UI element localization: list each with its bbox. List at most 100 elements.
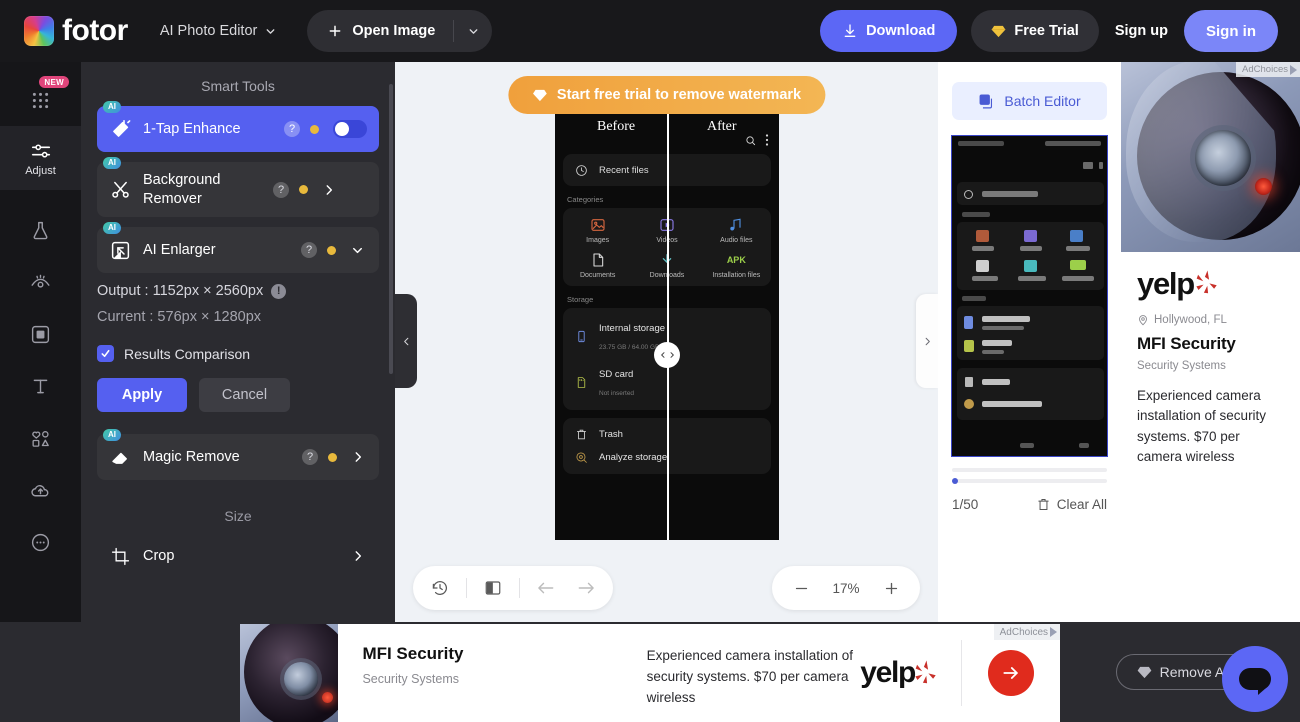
ad-image: AdChoices — [1121, 62, 1300, 252]
zoom-in-button[interactable] — [872, 569, 910, 607]
start-free-trial-banner[interactable]: Start free trial to remove watermark — [507, 76, 826, 114]
enlarge-icon — [97, 240, 143, 261]
chevron-down-icon[interactable] — [350, 243, 365, 258]
app-selector[interactable]: AI Photo Editor — [160, 23, 278, 39]
camera-lens — [284, 662, 318, 696]
footer-bar: MFI Security Security Systems Experience… — [0, 622, 1300, 722]
compare-slider-handle[interactable] — [654, 342, 680, 368]
adchoices-badge[interactable]: AdChoices — [1236, 62, 1300, 77]
eraser-icon — [97, 447, 143, 468]
panel-title: Smart Tools — [201, 78, 275, 94]
category-label: Images — [586, 237, 610, 244]
ad-cta-button[interactable] — [988, 650, 1034, 696]
adchoices-badge[interactable]: AdChoices — [993, 624, 1060, 640]
app-selector-label: AI Photo Editor — [159, 23, 258, 39]
yelp-logo: yelp — [860, 624, 961, 722]
after-label: After — [707, 119, 737, 134]
download-label: Download — [866, 23, 936, 39]
premium-dot-icon — [310, 124, 319, 134]
apply-button[interactable]: Apply — [97, 378, 187, 412]
bottom-ad-info: MFI Security Security Systems — [338, 624, 646, 722]
ad-business-name: MFI Security — [362, 644, 464, 663]
yelp-burst-icon — [1196, 270, 1217, 294]
redo-button[interactable] — [567, 569, 605, 607]
cancel-button[interactable]: Cancel — [199, 378, 290, 412]
sidebar-item-retouch[interactable] — [0, 256, 81, 308]
storage-sub: 23.75 GB / 64.00 GB — [599, 344, 660, 351]
sidebar-item-adjust[interactable]: Adjust — [0, 126, 81, 190]
image-preview[interactable]: Before After Recent files Categories Ima… — [555, 110, 779, 540]
ai-badge: AI — [103, 157, 121, 170]
history-button[interactable] — [421, 569, 459, 607]
download-icon — [842, 23, 858, 39]
ad-description: Experienced camera installation of secur… — [646, 648, 853, 705]
chat-support-button[interactable] — [1222, 646, 1288, 712]
layers-icon — [978, 93, 995, 110]
batch-scroll-track[interactable] — [952, 478, 1107, 484]
gem-icon — [1137, 666, 1152, 679]
crop-row[interactable]: Crop — [97, 536, 379, 576]
batch-thumbnail[interactable] — [951, 135, 1108, 457]
chevron-down-icon — [264, 25, 277, 38]
sign-up-button[interactable]: Sign up — [1113, 23, 1170, 39]
zoom-level-value[interactable]: 17% — [824, 581, 868, 596]
help-icon[interactable]: ? — [273, 181, 289, 198]
bottom-ad-image — [240, 624, 339, 722]
current-size-label: Current : 576px × 1280px — [97, 309, 262, 325]
category-label: Documents — [579, 272, 616, 279]
batch-editor-panel: Batch Editor 1/50 Clear All — [938, 62, 1121, 622]
open-image-dropdown[interactable] — [454, 10, 492, 52]
info-icon[interactable]: ! — [271, 283, 287, 299]
chevron-right-icon[interactable] — [351, 549, 365, 563]
scissors-icon — [97, 179, 143, 200]
location-pin-icon — [1137, 314, 1149, 326]
batch-editor-button[interactable]: Batch Editor — [952, 82, 1107, 120]
clear-all-button[interactable]: Clear All — [1036, 497, 1107, 512]
tool-row-background-remover[interactable]: AI Background Remover ? — [97, 157, 379, 217]
download-button[interactable]: Download — [820, 10, 958, 52]
storage-title: SD card — [599, 369, 634, 380]
sidebar-item-apps[interactable]: NEW — [0, 74, 81, 126]
sign-in-button[interactable]: Sign in — [1184, 10, 1278, 52]
adchoices-label: AdChoices — [999, 626, 1048, 638]
sidebar-item-cloud-upload[interactable] — [0, 464, 81, 516]
help-icon[interactable]: ? — [301, 242, 317, 258]
sidebar-item-elements[interactable] — [0, 412, 81, 464]
ad-category: Security Systems — [362, 672, 459, 686]
open-image-button[interactable]: Open Image — [307, 10, 493, 52]
fotor-logo[interactable]: fotor — [24, 16, 128, 46]
bottom-ad-banner[interactable]: MFI Security Security Systems Experience… — [240, 624, 1060, 722]
help-icon[interactable]: ? — [302, 449, 318, 465]
compare-button[interactable] — [474, 569, 512, 607]
canvas-bottom-toolbar — [413, 566, 613, 610]
collapse-left-panel-button[interactable] — [395, 294, 417, 388]
output-size-row: Output : 1152px × 2560px ! — [97, 283, 395, 299]
chevron-right-icon[interactable] — [351, 450, 365, 464]
undo-button[interactable] — [527, 569, 565, 607]
chevron-down-icon — [467, 25, 480, 38]
enhance-toggle[interactable] — [333, 120, 367, 138]
help-icon[interactable]: ? — [284, 121, 300, 137]
tool-row-ai-enlarger[interactable]: AI AI Enlarger ? — [97, 222, 379, 273]
chat-bubble-icon — [1239, 668, 1271, 695]
expand-right-panel-button[interactable] — [916, 294, 938, 388]
zoom-out-button[interactable] — [782, 569, 820, 607]
frame-icon — [30, 324, 51, 345]
categories-label: Categories — [567, 195, 604, 204]
results-comparison-checkbox[interactable]: Results Comparison — [97, 345, 395, 362]
category-label: Audio files — [720, 237, 753, 244]
right-ad-panel[interactable]: AdChoices yelp Hollywood, FL MFI Securit… — [1121, 62, 1300, 622]
sidebar-item-more[interactable] — [0, 516, 81, 568]
chevron-right-icon[interactable] — [322, 183, 336, 197]
sidebar-item-frame[interactable] — [0, 308, 81, 360]
tool-row-1-tap-enhance[interactable]: AI 1-Tap Enhance ? — [97, 101, 379, 152]
tool-label: Background Remover — [143, 172, 221, 207]
left-icon-rail: NEW Adjust — [0, 62, 81, 622]
open-image-main[interactable]: Open Image — [307, 10, 453, 52]
clear-all-label: Clear All — [1056, 497, 1107, 512]
sidebar-item-ai-tools[interactable] — [0, 204, 81, 256]
panel-scrollbar[interactable] — [389, 84, 393, 374]
free-trial-button[interactable]: Free Trial — [971, 10, 1099, 52]
sidebar-item-text[interactable] — [0, 360, 81, 412]
tool-row-magic-remove[interactable]: AI Magic Remove ? — [97, 429, 379, 480]
